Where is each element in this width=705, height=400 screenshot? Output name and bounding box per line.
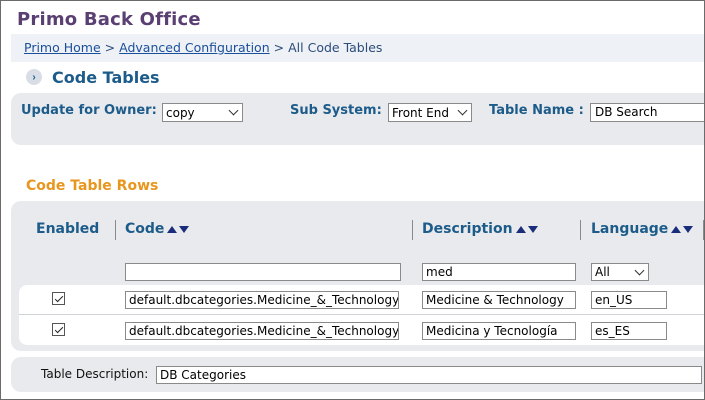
subsystem-label: Sub System: [290,103,382,118]
code-cell-input[interactable]: default.dbcategories.Medicine_&_Technolo… [125,291,399,309]
filter-panel: Update for Owner: copy Sub System: Front… [11,93,704,145]
breadcrumb-bar: Primo Home > Advanced Configuration > All Co… [11,34,704,62]
column-label-code: Code [125,221,165,237]
table-description-panel: Table Description: DB Categories [11,357,704,392]
language-filter-value: All [595,265,610,279]
code-table-grid: Enabled Code Description Language med Al… [11,201,704,351]
column-header-language[interactable]: Language [591,221,694,237]
chevron-right-icon[interactable]: › [26,69,42,85]
column-label-language: Language [591,221,669,237]
breadcrumb-separator: > [273,40,285,55]
table-description-input[interactable]: DB Categories [156,366,702,384]
sort-ascending-icon[interactable] [167,225,178,233]
enabled-checkbox[interactable] [52,292,65,305]
section-header: › Code Tables [26,67,160,87]
sort-ascending-icon[interactable] [671,225,682,233]
language-filter-select[interactable]: All [591,263,649,281]
table-description-label: Table Description: [41,367,149,381]
column-label-enabled: Enabled [36,221,100,237]
table-name-label: Table Name : [489,103,584,118]
table-name-input[interactable]: DB Search [590,103,704,122]
code-table-rows-heading: Code Table Rows [26,178,159,194]
owner-select[interactable]: copy [162,103,243,122]
sort-descending-icon[interactable] [683,225,694,233]
subsystem-select[interactable]: Front End [388,103,472,122]
enabled-checkbox[interactable] [52,323,65,336]
code-filter-input[interactable] [125,263,401,281]
table-body: default.dbcategories.Medicine_&_Technolo… [19,285,704,345]
app-title: Primo Back Office [17,9,201,30]
page-title: Code Tables [52,67,160,87]
description-filter-input[interactable]: med [422,263,576,281]
app-window: Primo Back Office Primo Home > Advanced Co… [0,0,705,400]
column-label-description: Description [422,221,513,237]
subsystem-select-value: Front End [392,105,449,120]
breadcrumb-current: All Code Tables [288,40,383,55]
breadcrumb: Primo Home > Advanced Configuration > All Co… [24,40,382,55]
column-divider [412,220,413,240]
checkmark-icon [54,324,63,333]
column-divider [580,220,581,240]
column-divider [703,220,704,240]
breadcrumb-advanced-config-link[interactable]: Advanced Configuration [119,40,270,55]
owner-label: Update for Owner: [21,103,157,118]
sort-descending-icon[interactable] [179,225,190,233]
sort-ascending-icon[interactable] [515,225,526,233]
column-divider [115,220,116,240]
description-cell-input[interactable]: Medicine & Technology [422,291,576,309]
column-header-code[interactable]: Code [125,221,190,237]
owner-select-value: copy [166,105,195,120]
breadcrumb-home-link[interactable]: Primo Home [24,40,101,55]
chevron-down-icon [634,265,645,275]
column-header-enabled: Enabled [36,221,99,237]
column-header-description[interactable]: Description [422,221,538,237]
language-cell-input[interactable]: es_ES [591,322,667,340]
row-divider [19,314,704,315]
chevron-down-icon [228,105,239,116]
checkmark-icon [54,293,63,302]
code-cell-input[interactable]: default.dbcategories.Medicine_&_Technolo… [125,322,399,340]
chevron-down-icon [457,105,468,116]
breadcrumb-separator: > [104,40,116,55]
language-cell-input[interactable]: en_US [591,291,667,309]
sort-descending-icon[interactable] [527,225,538,233]
description-cell-input[interactable]: Medicina y Tecnología [422,322,576,340]
